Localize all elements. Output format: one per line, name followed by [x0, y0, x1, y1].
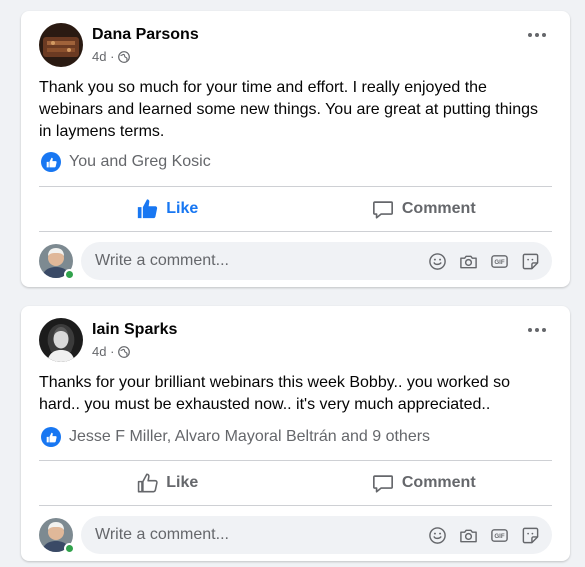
- my-avatar[interactable]: [39, 518, 75, 554]
- comment-icon: [372, 201, 393, 219]
- author-name[interactable]: Dana Parsons: [92, 26, 199, 44]
- post-meta: 4d ·: [92, 344, 131, 359]
- like-filled-icon: [138, 199, 158, 219]
- author-name[interactable]: Iain Sparks: [92, 321, 177, 339]
- camera-icon[interactable]: [459, 252, 478, 271]
- comment-placeholder[interactable]: Write a comment...: [95, 526, 428, 544]
- emoji-icon[interactable]: [428, 252, 447, 271]
- comment-input[interactable]: Write a comment... GIF: [81, 516, 552, 554]
- comment-composer: Write a comment... GIF: [39, 515, 552, 555]
- reactions-text: Jesse F Miller, Alvaro Mayoral Beltrán a…: [69, 428, 431, 445]
- post-card: Dana Parsons 4d · Thank you so much for …: [21, 11, 570, 287]
- camera-icon[interactable]: [459, 526, 478, 545]
- action-bar: Like Comment: [39, 461, 552, 505]
- like-button[interactable]: Like: [39, 461, 296, 505]
- sticker-icon[interactable]: [521, 526, 540, 545]
- like-outline-icon: [138, 473, 158, 493]
- reactions-summary[interactable]: Jesse F Miller, Alvaro Mayoral Beltrán a…: [41, 427, 430, 447]
- svg-text:GIF: GIF: [494, 258, 504, 265]
- comment-button[interactable]: Comment: [296, 461, 553, 505]
- divider: [39, 231, 552, 232]
- comment-tools: GIF: [428, 526, 540, 545]
- post-text: Thank you so much for your time and effo…: [39, 79, 538, 140]
- like-reaction-icon: [41, 152, 61, 172]
- post-card: Iain Sparks 4d · Thanks for your brillia…: [21, 306, 570, 561]
- comment-placeholder[interactable]: Write a comment...: [95, 252, 428, 270]
- like-label: Like: [166, 474, 199, 491]
- globe-icon: [118, 345, 131, 358]
- like-reaction-icon: [41, 427, 61, 447]
- post-meta: 4d ·: [92, 49, 131, 64]
- post-timestamp[interactable]: 4d ·: [92, 49, 114, 64]
- my-avatar[interactable]: [39, 244, 75, 280]
- globe-icon: [118, 50, 131, 63]
- emoji-icon[interactable]: [428, 526, 447, 545]
- sticker-icon[interactable]: [521, 252, 540, 271]
- online-status-dot: [64, 543, 75, 554]
- online-status-dot: [64, 269, 75, 280]
- gif-icon[interactable]: GIF: [490, 252, 509, 271]
- comment-composer: Write a comment... GIF: [39, 241, 552, 281]
- post-timestamp[interactable]: 4d ·: [92, 344, 114, 359]
- comment-input[interactable]: Write a comment... GIF: [81, 242, 552, 280]
- svg-text:GIF: GIF: [494, 532, 504, 539]
- comment-label: Comment: [401, 474, 476, 491]
- more-options-icon[interactable]: [528, 33, 546, 37]
- more-options-icon[interactable]: [528, 328, 546, 332]
- post-text: Thanks for your brilliant webinars this …: [39, 374, 511, 413]
- author-avatar[interactable]: [39, 23, 83, 67]
- author-avatar[interactable]: [39, 318, 83, 362]
- comment-button[interactable]: Comment: [296, 187, 553, 231]
- gif-icon[interactable]: GIF: [490, 526, 509, 545]
- comment-label: Comment: [401, 200, 476, 217]
- comment-tools: GIF: [428, 252, 540, 271]
- reactions-text: You and Greg Kosic: [69, 153, 211, 170]
- reactions-summary[interactable]: You and Greg Kosic: [41, 152, 211, 172]
- comment-icon: [372, 475, 393, 493]
- like-label: Like: [166, 200, 199, 217]
- divider: [39, 505, 552, 506]
- like-button[interactable]: Like: [39, 187, 296, 231]
- action-bar: Like Comment: [39, 187, 552, 231]
